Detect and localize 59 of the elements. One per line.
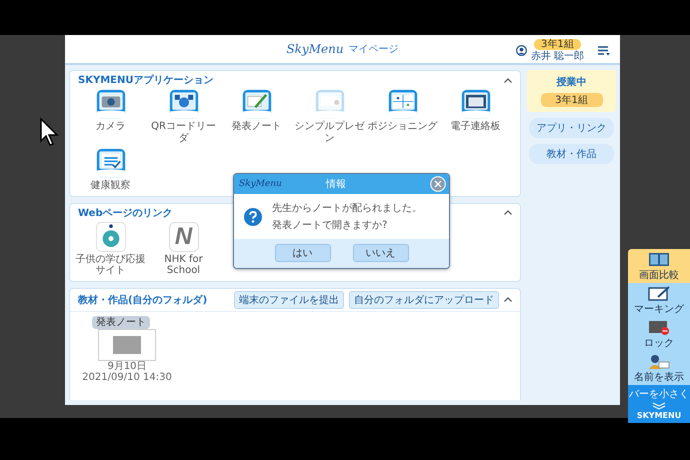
file-date: 9月10日: [107, 360, 147, 372]
pen-on-screen-icon: [648, 286, 670, 301]
file-card[interactable]: [98, 328, 156, 360]
section-title: SKYMENUアプリケーション: [78, 73, 214, 87]
split-window-icon: [648, 252, 670, 267]
locked-screen-icon: [648, 320, 670, 335]
toolbar-button[interactable]: マーキング: [628, 283, 690, 317]
link-label: 子供の学び応援サイト: [74, 254, 146, 276]
question-icon: [244, 208, 262, 226]
cursor-icon: [39, 117, 61, 147]
section-title: Webページのリンク: [78, 206, 173, 220]
collapse-caret-icon[interactable]: [504, 297, 512, 302]
app-label: QRコードリーダ: [150, 121, 217, 144]
logo: SkyMenu: [286, 42, 344, 56]
sidebar-link[interactable]: アプリ・リンク: [529, 118, 614, 138]
app-label: ポジショニング: [368, 121, 438, 132]
dialog-message-line: 発表ノートで開きますか?: [272, 218, 388, 232]
close-icon[interactable]: [430, 176, 446, 192]
user-name: 赤井 聡一郎: [530, 51, 584, 62]
app-label: 健康観察: [90, 180, 130, 192]
link-label: NHK for School: [163, 254, 204, 276]
link-icon[interactable]: [96, 222, 126, 252]
dialog-message-line: 先生からノートが配られました。: [272, 202, 422, 215]
dialog-logo: SkyMenu: [239, 179, 282, 189]
file-timestamp: 2021/09/10 14:30: [82, 372, 172, 384]
file-tag: 発表ノート: [92, 316, 150, 328]
collapse-caret-icon[interactable]: [504, 78, 512, 82]
app-icon[interactable]: [460, 89, 490, 119]
class-badge: 3年1組: [540, 93, 602, 107]
sidebar-link[interactable]: 教材・作品: [529, 144, 614, 164]
folder-button[interactable]: 自分のフォルダにアップロード: [349, 290, 499, 308]
dialog-button[interactable]: いいえ: [352, 244, 408, 262]
folder-button[interactable]: 端末のファイルを提出: [234, 290, 344, 308]
app-label: カメラ: [96, 121, 126, 132]
app-icon[interactable]: [96, 148, 126, 178]
toolbar-button[interactable]: 名前を表示: [628, 351, 690, 385]
app-icon[interactable]: [388, 89, 418, 119]
status-label: 授業中: [556, 76, 586, 89]
user-icon: [516, 45, 527, 56]
class-badge: 3年1組: [534, 39, 581, 50]
toolbar-button[interactable]: 画面比較: [628, 249, 690, 283]
page-title: マイページ: [348, 43, 399, 56]
menu-icon[interactable]: [598, 46, 610, 56]
app-label: シンプルプレゼン: [294, 121, 366, 144]
app-icon[interactable]: [168, 89, 198, 119]
person-nametag-icon: [648, 354, 670, 369]
section-title: 教材・作品(自分のフォルダ): [78, 294, 208, 306]
photo-placeholder: [113, 336, 141, 354]
link-icon[interactable]: N: [168, 222, 198, 252]
app-label: 発表ノート: [232, 121, 282, 132]
app-label: 電子連絡板: [450, 121, 500, 132]
dialog-button[interactable]: はい: [274, 244, 330, 262]
chevron-down-icon[interactable]: [652, 402, 666, 410]
app-icon[interactable]: [96, 89, 126, 119]
app-icon[interactable]: [242, 89, 272, 119]
brand-label: SKYMENU: [636, 411, 682, 420]
dialog-title: 情報: [326, 178, 346, 191]
toolbar-button[interactable]: ロック: [628, 317, 690, 351]
collapse-caret-icon[interactable]: [504, 210, 512, 215]
